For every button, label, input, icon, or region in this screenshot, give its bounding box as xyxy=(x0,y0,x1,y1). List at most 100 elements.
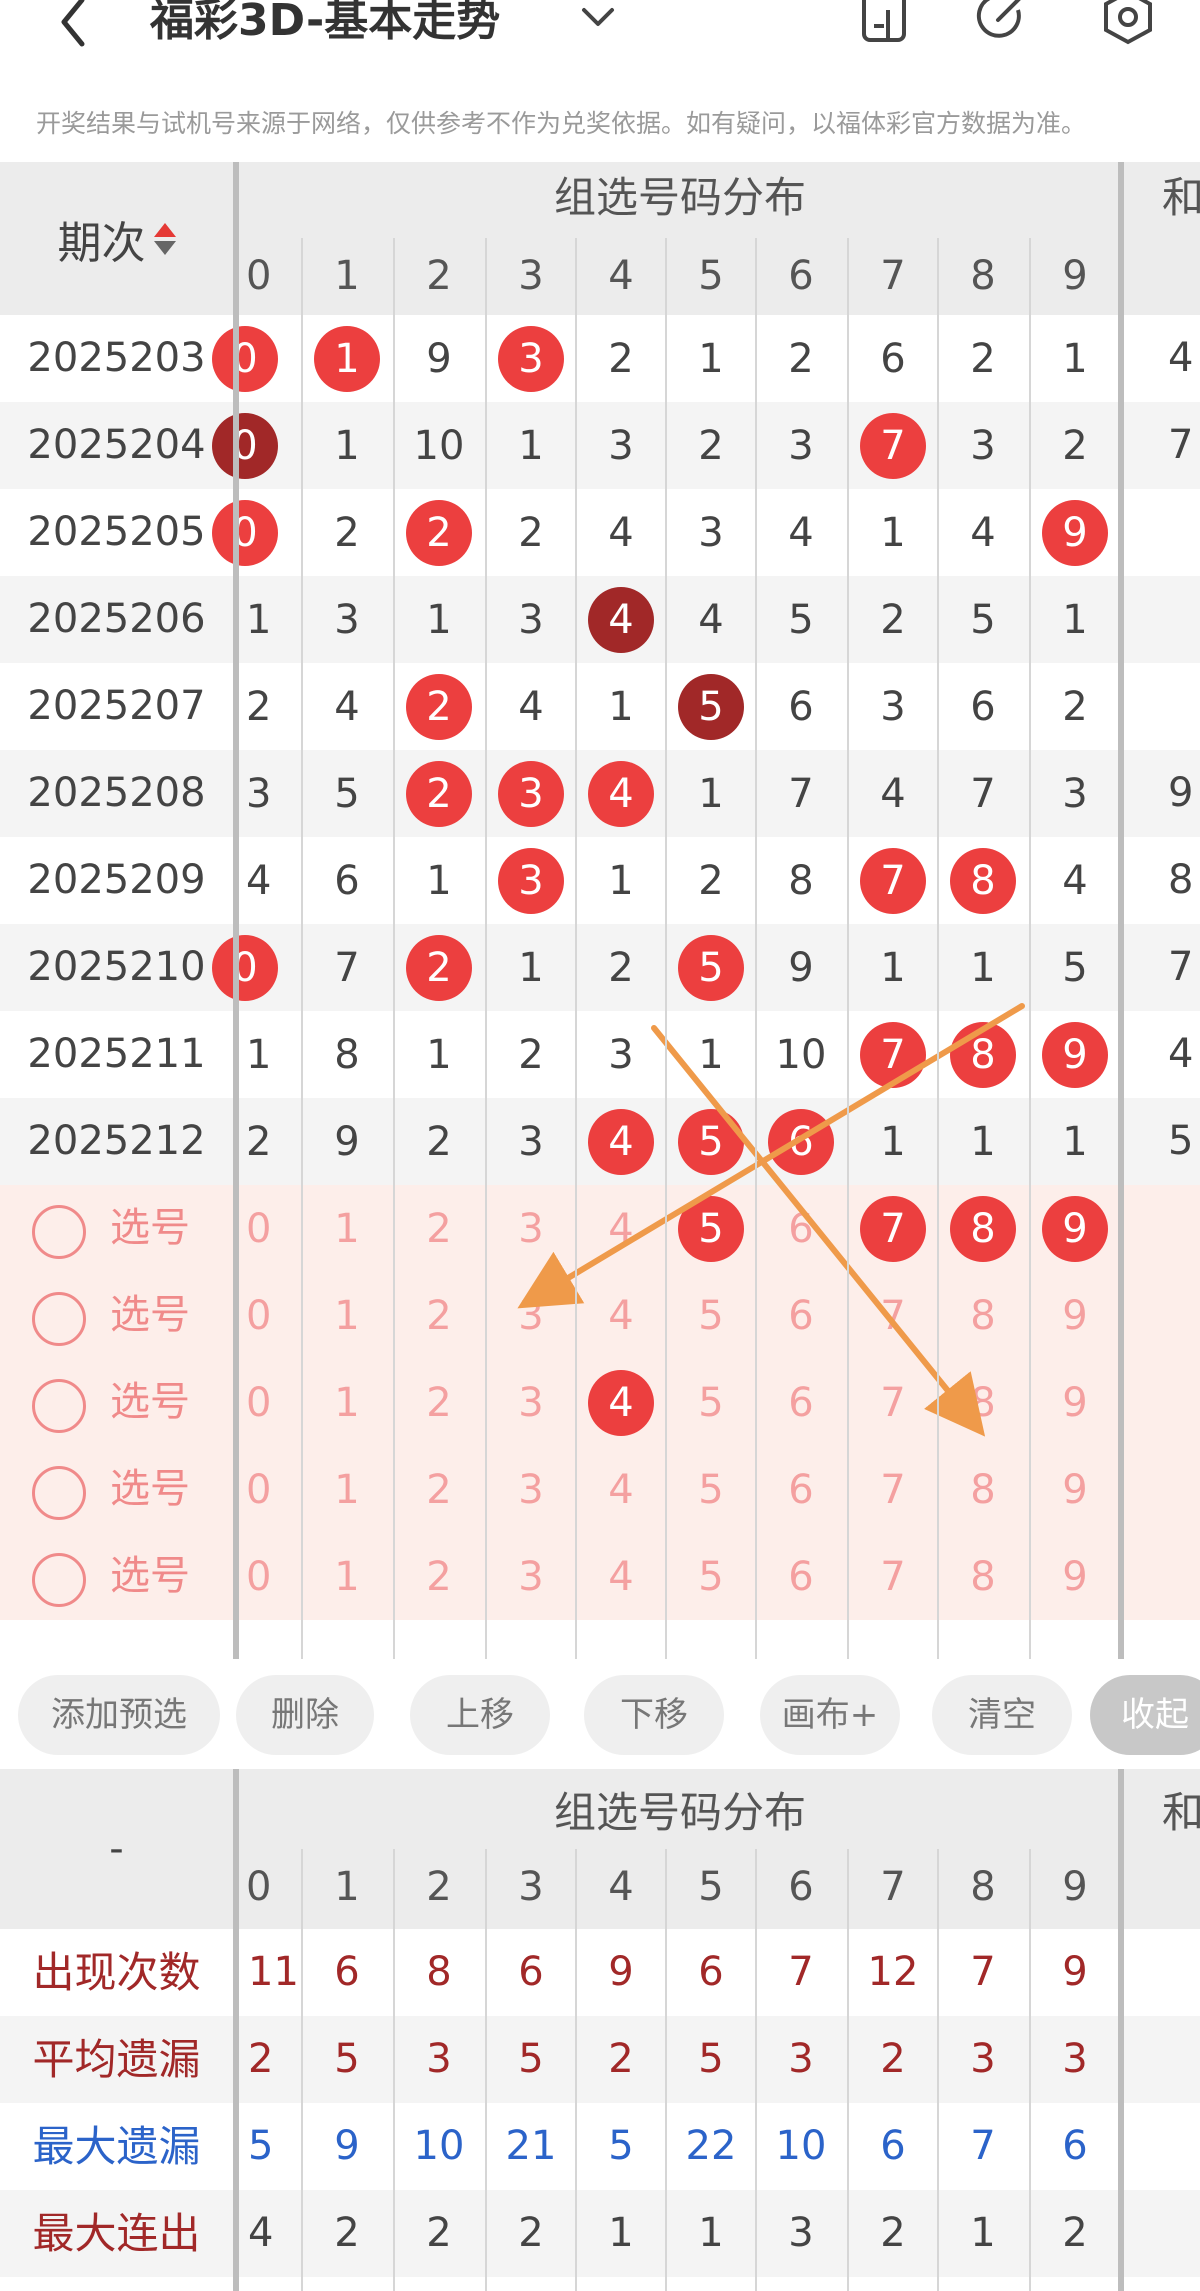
stats-group-title: 组选号码分布 xyxy=(553,1788,806,1837)
settings-icon[interactable] xyxy=(1100,0,1156,46)
stats-corner: - xyxy=(109,1826,124,1872)
stats-label: 最大遗漏 xyxy=(32,2122,201,2171)
period-sort-header[interactable]: 期次 xyxy=(0,162,233,315)
stats-value: 5 xyxy=(608,2123,634,2169)
collapse-button[interactable]: 收起 xyxy=(1090,1675,1200,1755)
stats-row: 平均遗漏 2 5 3 5 2 5 3 2 3 3 xyxy=(0,2016,1200,2103)
stats-value: 6 xyxy=(698,1949,724,1995)
stats-row: 出现次数 11 6 8 6 9 6 7 12 7 9 xyxy=(0,1929,1200,2016)
stats-value: 10 xyxy=(413,2123,465,2169)
stats-digit-header: 9 xyxy=(1062,1864,1088,1910)
grid-line xyxy=(575,238,577,1659)
stats-row: 最大连出 4 2 2 2 1 1 3 2 1 2 xyxy=(0,2190,1200,2277)
add-preselect-button[interactable]: 添加预选 xyxy=(18,1675,220,1755)
grid-line xyxy=(393,1849,395,2291)
stats-value: 8 xyxy=(426,1949,452,1995)
digit-header: 1 xyxy=(334,253,360,299)
grid-line xyxy=(937,238,939,1659)
grid-line xyxy=(665,238,667,1659)
stats-value: 3 xyxy=(970,2036,996,2082)
stats-digit-header: 2 xyxy=(426,1864,452,1910)
stats-value: 10 xyxy=(775,2123,827,2169)
stats-value: 5 xyxy=(698,2036,724,2082)
stats-sum-header: 和 xyxy=(1162,1788,1200,1837)
stats-value: 6 xyxy=(518,1949,544,1995)
grid-line xyxy=(665,1849,667,2291)
disclaimer-text: 开奖结果与试机号来源于网络，仅供参考不作为兑奖依据。如有疑问，以福体彩官方数据为… xyxy=(36,109,1087,138)
phone-icon[interactable] xyxy=(856,0,912,46)
grid-line xyxy=(755,238,757,1659)
stats-value: 9 xyxy=(1062,1949,1088,1995)
annotation-arrow xyxy=(517,1003,1025,1309)
stats-digit-header: 4 xyxy=(608,1864,634,1910)
stats-value: 2 xyxy=(1062,2210,1088,2256)
stats-value: 5 xyxy=(334,2036,360,2082)
column-header: 期次 组选号码分布 和 0123456789 xyxy=(0,162,1200,315)
canvas-button[interactable]: 画布+ xyxy=(760,1675,900,1755)
stats-value: 12 xyxy=(867,1949,919,1995)
pick-toolbar: 添加预选 删除 上移 下移 画布+ 清空 收起 xyxy=(0,1659,1200,1769)
column-divider xyxy=(233,1769,239,2291)
grid-line xyxy=(393,238,395,1659)
chevron-down-icon[interactable] xyxy=(578,0,618,40)
column-divider xyxy=(1118,1769,1124,2291)
stats-value: 7 xyxy=(970,1949,996,1995)
trend-table: 期次 组选号码分布 和 0123456789 2025203 0 1 9 3 2 1 2 6 2 1… xyxy=(0,162,1200,1659)
group-distribution-title: 组选号码分布 xyxy=(553,173,806,222)
stats-header: - 组选号码分布 和 0123456789 xyxy=(0,1769,1200,1929)
clear-button[interactable]: 清空 xyxy=(932,1675,1072,1755)
stats-value: 1 xyxy=(608,2210,634,2256)
sort-icon[interactable] xyxy=(153,222,176,255)
stats-value: 2 xyxy=(608,2036,634,2082)
stats-value: 6 xyxy=(1062,2123,1088,2169)
stats-value: 21 xyxy=(505,2123,557,2169)
digit-header: 9 xyxy=(1062,253,1088,299)
column-divider xyxy=(1118,162,1124,1659)
stats-digit-header: 8 xyxy=(970,1864,996,1910)
drawn-arrows xyxy=(517,1003,1025,1437)
stats-value: 5 xyxy=(518,2036,544,2082)
stats-value: 3 xyxy=(788,2210,814,2256)
digit-header: 2 xyxy=(426,253,452,299)
grid-line xyxy=(301,1849,303,2291)
stats-digit-header: 1 xyxy=(334,1864,360,1910)
stats-value: 6 xyxy=(334,1949,360,1995)
grid-line xyxy=(1029,1849,1031,2291)
stats-value: 9 xyxy=(608,1949,634,1995)
page-title[interactable]: 福彩3D-基本走势 xyxy=(150,0,500,48)
move-down-button[interactable]: 下移 xyxy=(584,1675,724,1755)
stats-row: 最大遗漏 5 9 10 21 5 22 10 6 7 6 xyxy=(0,2103,1200,2190)
stats-value: 6 xyxy=(880,2123,906,2169)
period-header-label: 期次 xyxy=(57,217,146,269)
stats-value: 7 xyxy=(788,1949,814,1995)
stats-digit-header: 6 xyxy=(788,1864,814,1910)
grid-line xyxy=(847,238,849,1659)
stats-label: 平均遗漏 xyxy=(32,2035,201,2084)
stats-value: 2 xyxy=(334,2210,360,2256)
stats-digit-header: 5 xyxy=(698,1864,724,1910)
stats-digit-header: 3 xyxy=(518,1864,544,1910)
back-icon[interactable] xyxy=(48,0,108,50)
digit-header: 6 xyxy=(788,253,814,299)
stats-value: 9 xyxy=(334,2123,360,2169)
top-bar: 福彩3D-基本走势 xyxy=(0,0,1200,90)
grid-line xyxy=(575,1849,577,2291)
digit-header: 7 xyxy=(880,253,906,299)
stats-value: 1 xyxy=(698,2210,724,2256)
stats-value: 7 xyxy=(970,2123,996,2169)
grid-line xyxy=(1029,238,1031,1659)
grid-line xyxy=(485,238,487,1659)
stats-value: 3 xyxy=(426,2036,452,2082)
share-icon[interactable] xyxy=(974,0,1030,46)
move-up-button[interactable]: 上移 xyxy=(410,1675,550,1755)
stats-label: 最大连出 xyxy=(32,2209,201,2258)
stats-value: 2 xyxy=(880,2036,906,2082)
grid-line xyxy=(937,1849,939,2291)
grid-line xyxy=(301,238,303,1659)
annotation-arrow xyxy=(651,1025,986,1437)
delete-button[interactable]: 删除 xyxy=(236,1675,374,1755)
stats-table: - 组选号码分布 和 0123456789 出现次数 11 6 8 6 9 6 7 12 7 9 平均… xyxy=(0,1769,1200,2291)
digit-header: 5 xyxy=(698,253,724,299)
grid-line xyxy=(485,1849,487,2291)
column-divider xyxy=(233,162,239,1659)
